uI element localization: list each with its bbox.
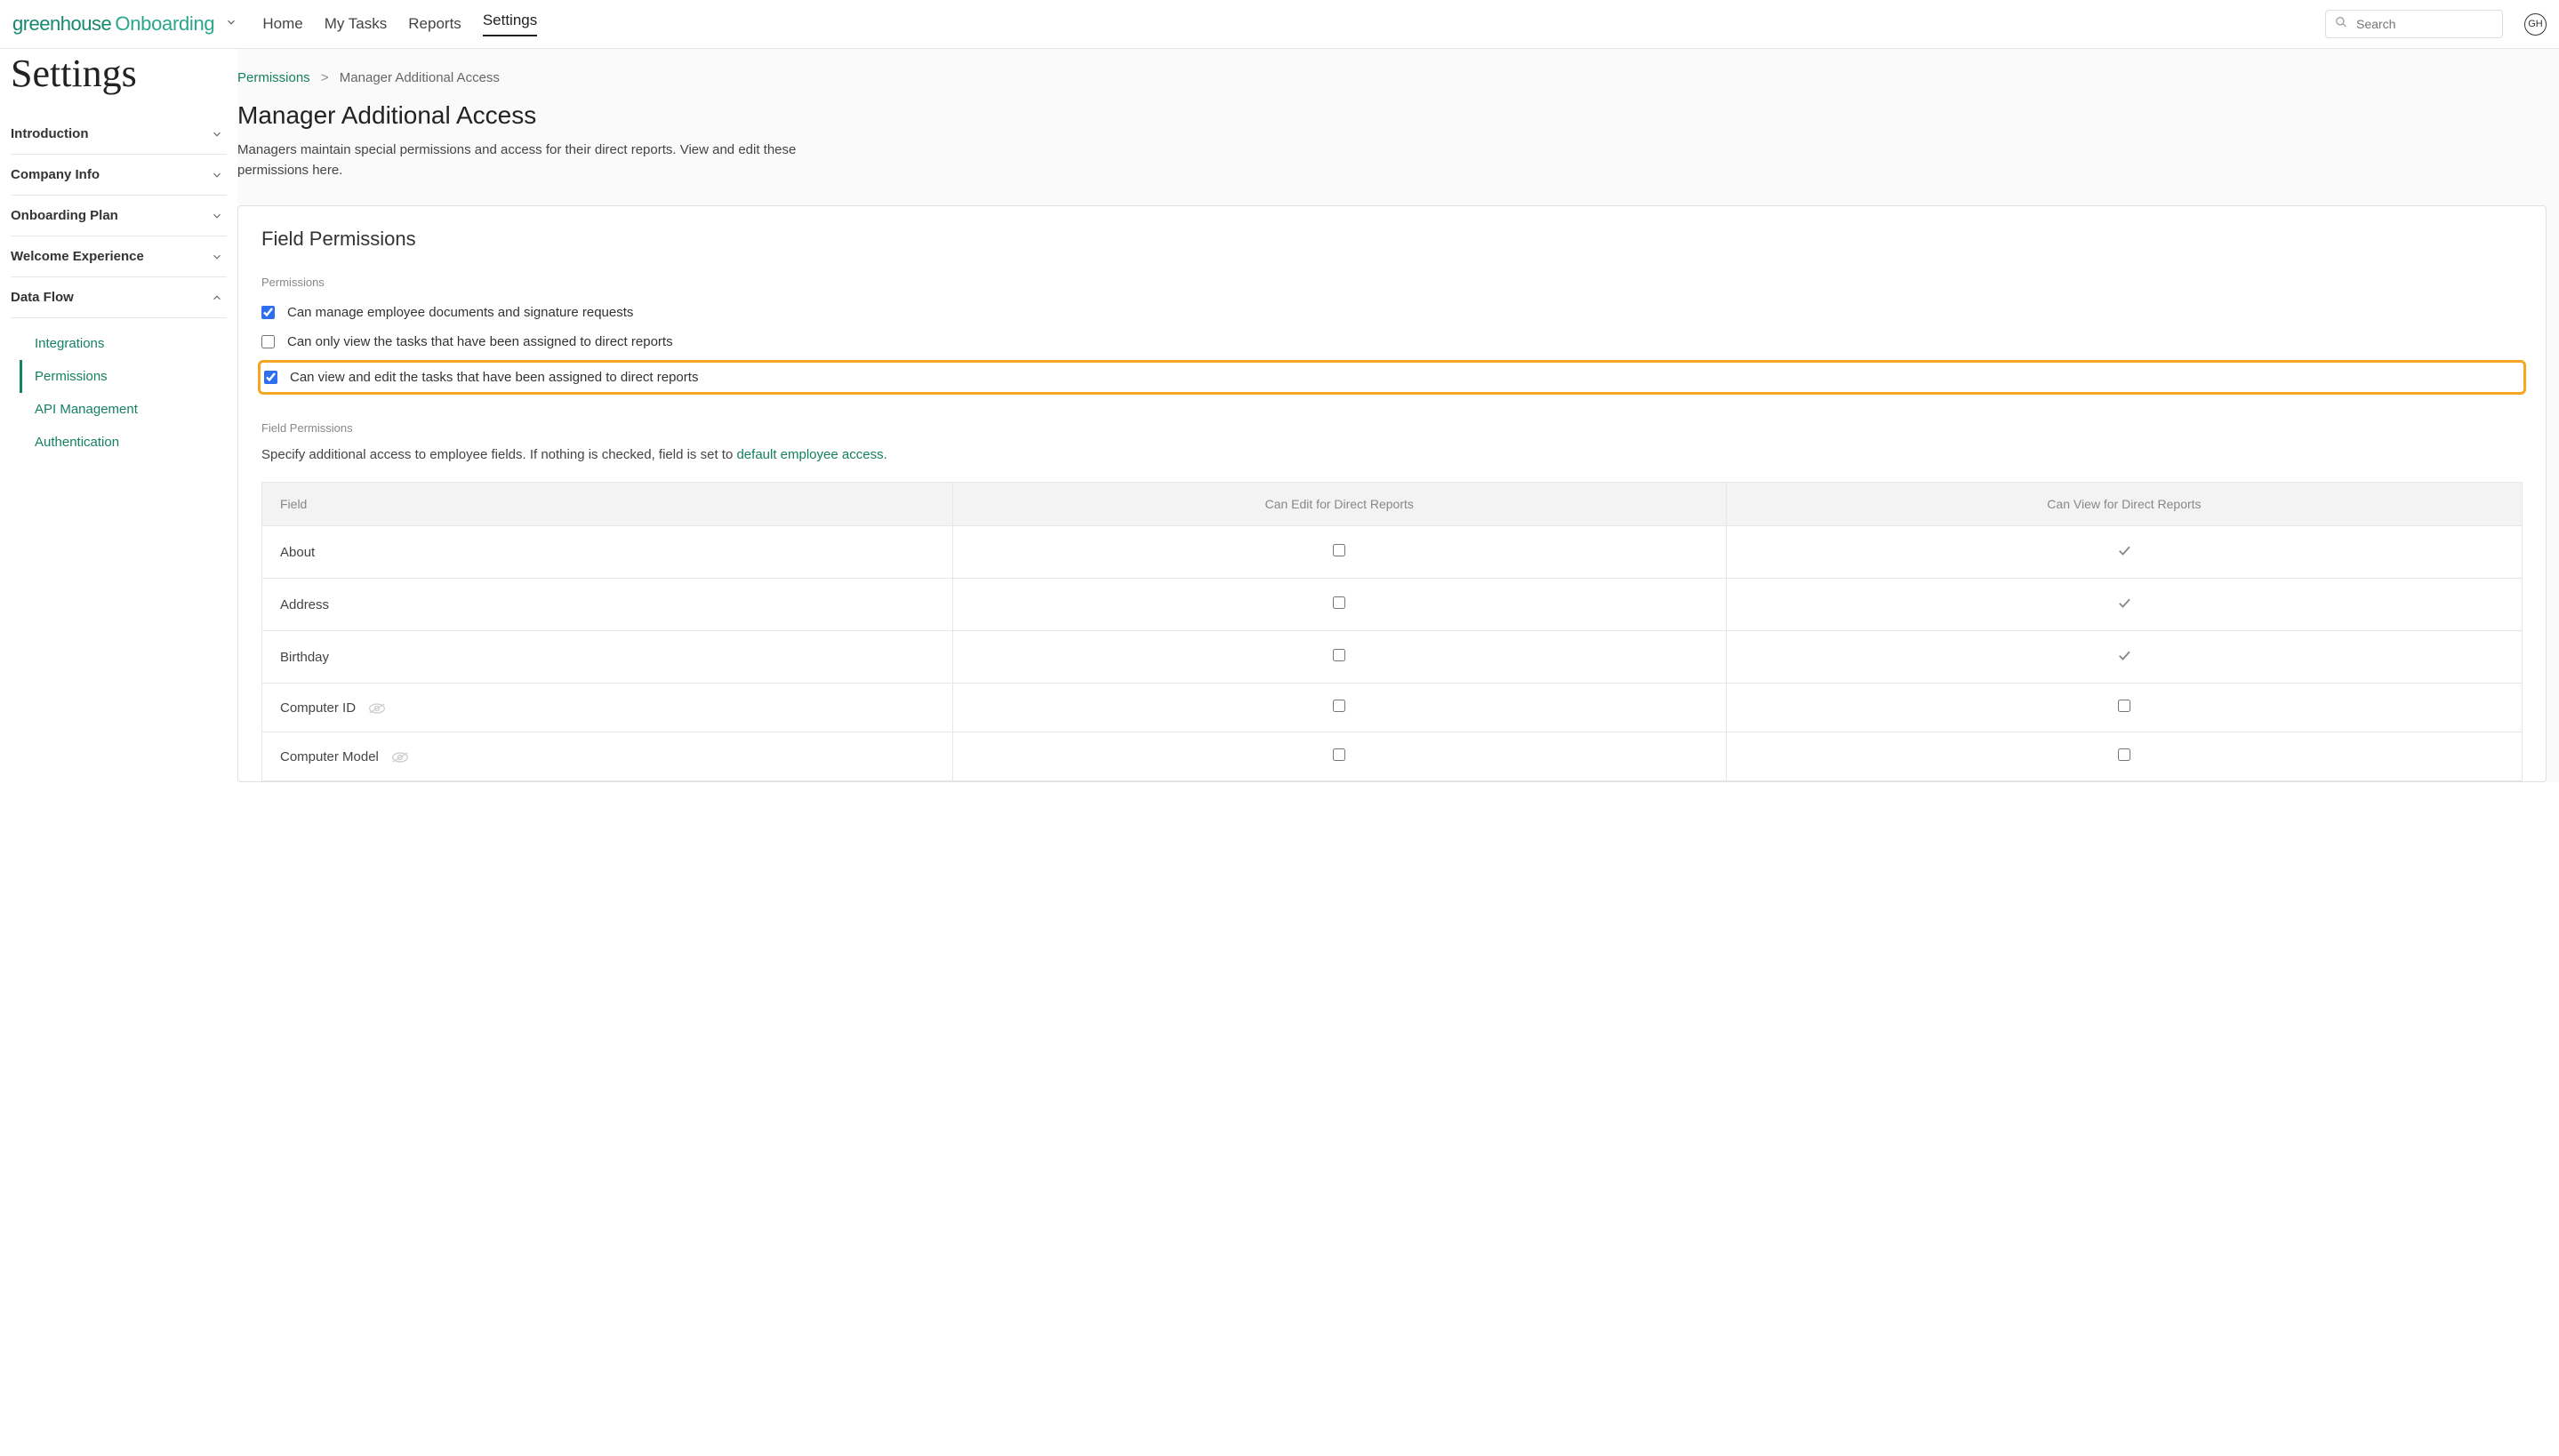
- view-cell: [1726, 631, 2522, 684]
- table-row: Birthday: [262, 631, 2523, 684]
- sidebar-section-label: Company Info: [11, 167, 100, 182]
- sidebar-section-onboarding-plan[interactable]: Onboarding Plan: [11, 196, 227, 236]
- table-header-field: Field: [262, 483, 953, 526]
- sidebar-section-introduction[interactable]: Introduction: [11, 114, 227, 155]
- permission-checkbox[interactable]: [264, 371, 277, 384]
- view-cell: [1726, 732, 2522, 781]
- field-permissions-panel: Field Permissions Permissions Can manage…: [237, 205, 2547, 782]
- view-cell: [1726, 684, 2522, 732]
- view-cell: [1726, 526, 2522, 579]
- field-cell: About: [262, 526, 953, 579]
- eye-off-icon: [391, 751, 409, 764]
- view-checkbox[interactable]: [2118, 700, 2130, 712]
- logo-primary: greenhouse: [12, 12, 111, 36]
- sidebar-section-company-info[interactable]: Company Info: [11, 155, 227, 196]
- chevron-down-icon[interactable]: [225, 16, 237, 32]
- page-title: Settings: [11, 49, 237, 103]
- sidebar-section-label: Data Flow: [11, 290, 74, 305]
- chevron-down-icon: [211, 210, 223, 222]
- panel-title: Field Permissions: [238, 228, 2546, 263]
- view-checkbox[interactable]: [2118, 748, 2130, 761]
- top-bar: greenhouse Onboarding Home My Tasks Repo…: [0, 0, 2559, 49]
- chevron-up-icon: [211, 292, 223, 304]
- check-icon: [2116, 647, 2132, 663]
- logo-secondary: Onboarding: [115, 12, 214, 36]
- table-row: About: [262, 526, 2523, 579]
- edit-checkbox[interactable]: [1333, 649, 1345, 661]
- field-permissions-description: Specify additional access to employee fi…: [238, 444, 2546, 466]
- table-row: Address: [262, 579, 2523, 631]
- nav-settings[interactable]: Settings: [483, 12, 537, 36]
- nav-home[interactable]: Home: [262, 15, 302, 33]
- edit-cell: [952, 684, 1726, 732]
- permission-label: Can view and edit the tasks that have be…: [290, 370, 698, 385]
- table-row: Computer Model: [262, 732, 2523, 781]
- permission-label: Can only view the tasks that have been a…: [287, 334, 673, 349]
- nav-my-tasks[interactable]: My Tasks: [325, 15, 388, 33]
- field-permissions-subhead: Field Permissions: [238, 404, 2546, 444]
- breadcrumb-current: Manager Additional Access: [340, 70, 500, 85]
- search-icon: [2335, 16, 2356, 32]
- permission-checkbox[interactable]: [261, 306, 275, 319]
- avatar-initials: GH: [2528, 19, 2543, 29]
- table-row: Computer ID: [262, 684, 2523, 732]
- permission-checkbox[interactable]: [261, 335, 275, 348]
- sidebar-item-authentication[interactable]: Authentication: [20, 426, 227, 459]
- edit-cell: [952, 579, 1726, 631]
- sidebar-item-api-management[interactable]: API Management: [20, 393, 227, 426]
- content-area: Permissions > Manager Additional Access …: [237, 49, 2559, 782]
- content-description: Managers maintain special permissions an…: [237, 140, 842, 180]
- view-cell: [1726, 579, 2522, 631]
- permission-label: Can manage employee documents and signat…: [287, 305, 633, 320]
- nav-links: Home My Tasks Reports Settings: [262, 12, 537, 36]
- search-box[interactable]: [2325, 10, 2503, 38]
- permission-row: Can only view the tasks that have been a…: [238, 327, 2546, 356]
- check-icon: [2116, 595, 2132, 611]
- default-access-link[interactable]: default employee access.: [736, 447, 886, 462]
- logo[interactable]: greenhouse Onboarding: [12, 12, 237, 36]
- edit-cell: [952, 526, 1726, 579]
- sidebar-section-label: Introduction: [11, 126, 88, 141]
- sidebar-section-data-flow[interactable]: Data Flow: [11, 277, 227, 318]
- chevron-down-icon: [211, 251, 223, 263]
- eye-off-icon: [368, 702, 386, 715]
- field-cell: Address: [262, 579, 953, 631]
- table-header-edit: Can Edit for Direct Reports: [952, 483, 1726, 526]
- search-input[interactable]: [2356, 17, 2493, 31]
- permissions-subhead: Permissions: [238, 263, 2546, 298]
- permission-row: Can manage employee documents and signat…: [238, 298, 2546, 327]
- edit-checkbox[interactable]: [1333, 748, 1345, 761]
- sidebar-item-permissions[interactable]: Permissions: [20, 360, 227, 393]
- edit-checkbox[interactable]: [1333, 700, 1345, 712]
- table-header-view: Can View for Direct Reports: [1726, 483, 2522, 526]
- field-cell: Computer Model: [262, 732, 953, 781]
- sidebar: Introduction Company Info Onboarding Pla…: [11, 103, 237, 468]
- content-title: Manager Additional Access: [237, 101, 2547, 130]
- edit-cell: [952, 631, 1726, 684]
- field-cell: Computer ID: [262, 684, 953, 732]
- edit-checkbox[interactable]: [1333, 544, 1345, 556]
- sidebar-section-welcome-experience[interactable]: Welcome Experience: [11, 236, 227, 277]
- edit-cell: [952, 732, 1726, 781]
- avatar[interactable]: GH: [2524, 13, 2547, 36]
- breadcrumb-separator: >: [321, 70, 329, 85]
- edit-checkbox[interactable]: [1333, 596, 1345, 609]
- field-cell: Birthday: [262, 631, 953, 684]
- permission-row-highlighted: Can view and edit the tasks that have be…: [258, 360, 2526, 395]
- sidebar-section-label: Welcome Experience: [11, 249, 144, 264]
- sidebar-section-label: Onboarding Plan: [11, 208, 118, 223]
- sidebar-item-integrations[interactable]: Integrations: [20, 327, 227, 360]
- breadcrumb-parent[interactable]: Permissions: [237, 70, 310, 85]
- breadcrumb: Permissions > Manager Additional Access: [237, 70, 2547, 85]
- chevron-down-icon: [211, 128, 223, 140]
- chevron-down-icon: [211, 169, 223, 181]
- sidebar-subitems: Integrations Permissions API Management …: [11, 318, 227, 468]
- field-permissions-table: Field Can Edit for Direct Reports Can Vi…: [261, 482, 2523, 781]
- check-icon: [2116, 542, 2132, 558]
- nav-reports[interactable]: Reports: [408, 15, 461, 33]
